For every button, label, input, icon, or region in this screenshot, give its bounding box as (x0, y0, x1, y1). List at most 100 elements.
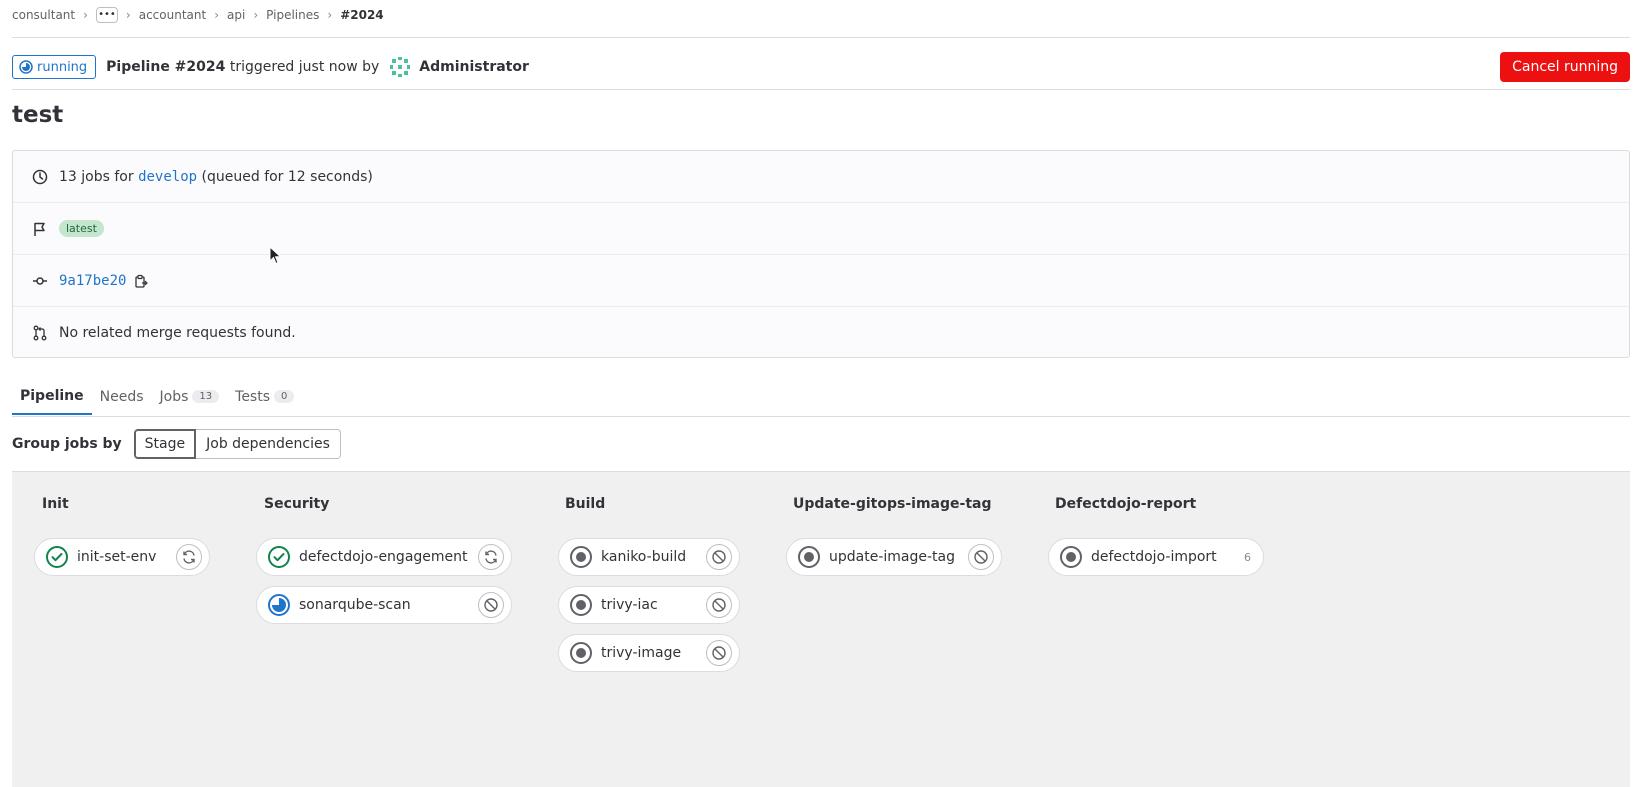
stage-title: Security (264, 496, 330, 512)
job-update-image-tag[interactable]: update-image-tag (786, 538, 1002, 576)
stage-title: Update-gitops-image-tag (793, 496, 992, 512)
clock-icon (32, 169, 48, 184)
job-name: kaniko-build (601, 549, 687, 565)
created-icon (798, 546, 820, 568)
job-name: defectdojo-import (1091, 549, 1217, 565)
tests-count-badge: 0 (274, 390, 295, 403)
pipeline-id: Pipeline #2024 (106, 59, 226, 75)
cancel-icon (712, 598, 726, 612)
running-icon (268, 594, 290, 616)
created-icon (570, 546, 592, 568)
group-by-dependencies-button[interactable]: Job dependencies (196, 429, 341, 459)
cancel-button[interactable] (478, 592, 504, 618)
tab-jobs[interactable]: Jobs 13 (152, 378, 228, 415)
chevron-right-icon: › (327, 8, 333, 22)
merge-requests-row: No related merge requests found. (13, 307, 1629, 359)
job-group-count: 6 (1244, 550, 1251, 564)
created-icon (570, 594, 592, 616)
divider (12, 89, 1630, 90)
flag-icon (34, 222, 45, 236)
cancel-button[interactable] (706, 640, 732, 666)
job-kaniko-build[interactable]: kaniko-build (558, 538, 740, 576)
cancel-icon (712, 646, 726, 660)
cancel-icon (974, 550, 988, 564)
job-sonarqube-scan[interactable]: sonarqube-scan (256, 586, 512, 624)
triggered-text: triggered just now by (229, 59, 380, 75)
breadcrumb-item-pipelines[interactable]: Pipelines (266, 8, 319, 22)
breadcrumb-item-consultant[interactable]: consultant (12, 8, 75, 22)
job-name: trivy-iac (601, 597, 658, 613)
retry-icon (485, 550, 497, 564)
branch-link[interactable]: develop (138, 169, 197, 185)
tab-needs[interactable]: Needs (92, 378, 152, 415)
merge-request-icon (33, 325, 47, 341)
merge-requests-text: No related merge requests found. (59, 325, 296, 341)
commit-row: 9a17be20 (13, 255, 1629, 307)
tab-label: Pipeline (20, 387, 84, 404)
job-defectdojo-import[interactable]: defectdojo-import 6 (1048, 538, 1264, 576)
created-icon (1060, 546, 1082, 568)
stage-title: Init (42, 496, 69, 512)
cancel-running-button[interactable]: Cancel running (1500, 52, 1630, 82)
stage-title: Build (565, 496, 606, 512)
pipeline-summary: Pipeline #2024 triggered just now by Adm… (106, 56, 529, 78)
tab-pipeline[interactable]: Pipeline (12, 378, 92, 415)
pipeline-info-card: 13 jobs for develop (queued for 12 secon… (12, 150, 1630, 358)
created-icon (570, 642, 592, 664)
job-trivy-image[interactable]: trivy-image (558, 634, 740, 672)
job-name: update-image-tag (829, 549, 955, 565)
breadcrumb: consultant › ••• › accountant › api › Pi… (12, 0, 384, 30)
cancel-button[interactable] (706, 544, 732, 570)
avatar[interactable] (389, 56, 411, 78)
jobs-info-row: 13 jobs for develop (queued for 12 secon… (13, 151, 1629, 203)
status-badge[interactable]: running (12, 55, 97, 79)
breadcrumb-current[interactable]: #2024 (340, 8, 383, 22)
job-name: defectdojo-engagement (299, 549, 468, 565)
group-jobs-by: Group jobs by Stage Job dependencies (12, 429, 341, 459)
cancel-icon (484, 598, 498, 612)
status-badge-label: running (37, 59, 88, 75)
cancel-icon (712, 550, 726, 564)
job-name: init-set-env (77, 549, 157, 565)
cancel-button[interactable] (706, 592, 732, 618)
retry-button[interactable] (478, 544, 504, 570)
tab-label: Tests (235, 388, 271, 405)
job-trivy-iac[interactable]: trivy-iac (558, 586, 740, 624)
job-name: trivy-image (601, 645, 682, 661)
chevron-right-icon: › (125, 8, 131, 22)
cancel-button[interactable] (968, 544, 994, 570)
job-defectdojo-engagement[interactable]: defectdojo-engagement (256, 538, 512, 576)
chevron-right-icon: › (214, 8, 220, 22)
chevron-right-icon: › (253, 8, 259, 22)
group-jobs-by-label: Group jobs by (12, 436, 122, 452)
success-icon (268, 546, 290, 568)
chevron-right-icon: › (83, 8, 88, 22)
breadcrumb-ellipsis-button[interactable]: ••• (95, 7, 118, 23)
tab-tests[interactable]: Tests 0 (227, 378, 302, 415)
tab-label: Jobs (159, 388, 189, 405)
copy-icon[interactable] (134, 274, 149, 288)
user-name[interactable]: Administrator (419, 59, 529, 75)
mouse-cursor-icon (269, 246, 282, 265)
breadcrumb-item-accountant[interactable]: accountant (139, 8, 206, 22)
tab-label: Needs (99, 388, 144, 405)
commit-sha-link[interactable]: 9a17be20 (59, 273, 126, 289)
jobs-count-badge: 13 (192, 390, 220, 403)
page-title: test (12, 102, 64, 128)
breadcrumb-item-api[interactable]: api (227, 8, 245, 22)
commit-icon (33, 276, 47, 285)
stage-title: Defectdojo-report (1055, 496, 1197, 512)
pipeline-header: running Pipeline #2024 triggered just no… (12, 47, 1630, 87)
retry-button[interactable] (176, 544, 202, 570)
retry-icon (183, 550, 195, 564)
latest-tag: latest (59, 220, 104, 237)
group-by-stage-button[interactable]: Stage (133, 429, 197, 459)
job-name: sonarqube-scan (299, 597, 411, 613)
divider (12, 37, 1630, 38)
job-init-set-env[interactable]: init-set-env (34, 538, 210, 576)
tags-row: latest (13, 203, 1629, 255)
queued-text: (queued for 12 seconds) (201, 168, 373, 185)
pipeline-tabs: Pipeline Needs Jobs 13 Tests 0 (12, 378, 1630, 417)
pipeline-graph: Init init-set-env Security defectdojo-en… (12, 471, 1630, 787)
jobs-count-text: 13 jobs for (59, 168, 134, 185)
